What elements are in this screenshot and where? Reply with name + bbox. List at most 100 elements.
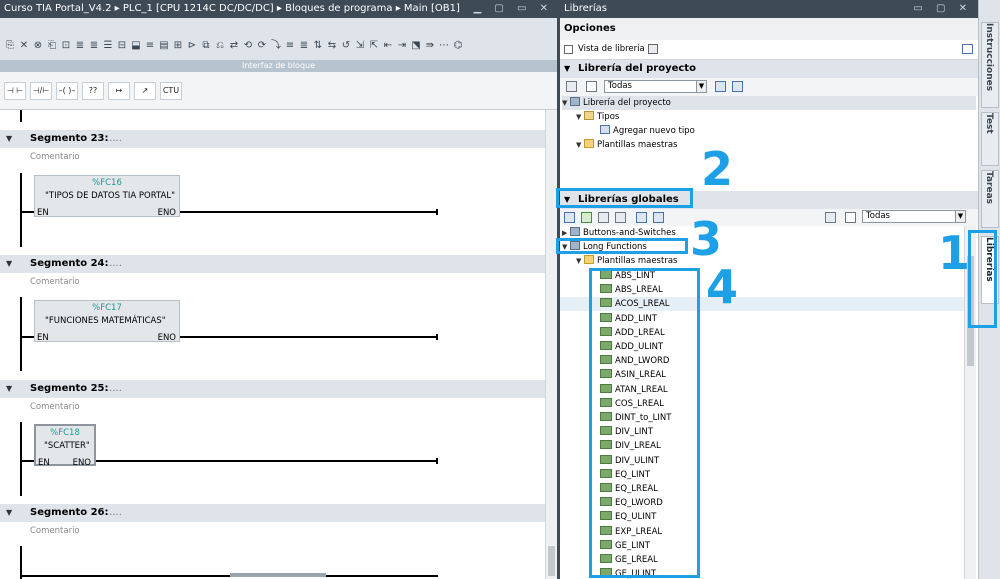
segment-24-header[interactable]: ▼ Segmento 24: .....: [0, 255, 545, 273]
scroll-thumb[interactable]: [548, 546, 555, 576]
update-icon[interactable]: [636, 212, 647, 223]
fc17-block[interactable]: %FC17 "FUNCIONES MATEMÁTICAS" EN ENO: [34, 300, 180, 343]
tab-tasks[interactable]: Tareas: [981, 170, 999, 228]
toolbar-button-icon[interactable]: ⊡: [60, 40, 72, 52]
segment-comment[interactable]: Comentario: [30, 277, 80, 287]
checkbox-icon[interactable]: [564, 45, 573, 54]
segment-comment[interactable]: Comentario: [30, 526, 80, 536]
expand-icon[interactable]: ▼: [576, 138, 584, 152]
toolbar-button-icon[interactable]: ⬔: [410, 40, 422, 52]
toolbar-button-icon[interactable]: ≡: [144, 40, 156, 52]
power-rail: [20, 422, 22, 496]
chevron-down-icon[interactable]: ▼: [955, 211, 965, 222]
close-library-icon[interactable]: [615, 212, 626, 223]
toolbar-button-icon[interactable]: ▤: [158, 40, 170, 52]
project-library-header[interactable]: ▼ Librería del proyecto: [560, 60, 978, 78]
toolbar-button-icon[interactable]: ✕: [18, 40, 30, 52]
list-view-icon[interactable]: [845, 212, 856, 223]
collapse-icon[interactable]: ▼: [6, 255, 12, 273]
segment-comment[interactable]: Comentario: [30, 152, 80, 162]
fav-ctu-icon[interactable]: CTU: [160, 82, 182, 100]
toolbar-button-icon[interactable]: ⇅: [312, 40, 324, 52]
global-filter-select[interactable]: Todas ▼: [862, 210, 966, 223]
apply-icon[interactable]: [732, 81, 743, 92]
segment-25-header[interactable]: ▼ Segmento 25: .....: [0, 380, 545, 398]
collapse-icon[interactable]: ▼: [6, 504, 12, 522]
expand-icon[interactable]: ▼: [576, 110, 584, 124]
editor-toolbar: ⎘ ✕ ⊗ ⎗ ⊡ ≣ ≣ ☰ ⊟ ⬓ ≡ ▤ ⊞ ⊳ ⧉ ⎌ ⇄ ⟲ ⟳ ⤵ ≡ ≣ ⇅ ⇆ ↺ ⇲ ⇱ ⇤ ⇥ ⬔ ⇛ ⋯ ⌬: [0, 18, 557, 60]
toolbar-button-icon[interactable]: ⇄: [228, 40, 240, 52]
fav-no-contact-icon[interactable]: ⊣ ⊢: [4, 82, 26, 100]
fav-empty-box-icon[interactable]: ??: [82, 82, 104, 100]
fav-open-branch-icon[interactable]: ↦: [108, 82, 130, 100]
window-layout-icon[interactable]: [962, 44, 973, 54]
toolbar-button-icon[interactable]: ⧉: [200, 40, 212, 52]
toolbar-button-icon[interactable]: ⋯: [438, 40, 450, 52]
tree-node-project-library[interactable]: ▼ Librería del proyecto: [562, 96, 976, 110]
toolbar-button-icon[interactable]: ≡: [284, 40, 296, 52]
tree-view-icon[interactable]: [825, 212, 836, 223]
tab-instructions[interactable]: Instrucciones: [981, 22, 999, 108]
toolbar-button-icon[interactable]: ⇥: [396, 40, 408, 52]
toolbar-button-icon[interactable]: ☰: [102, 40, 114, 52]
editor-window-buttons[interactable]: ▁ ▢ ▭ ✕: [473, 0, 553, 18]
toolbar-button-icon[interactable]: ⟲: [242, 40, 254, 52]
apply-icon[interactable]: [653, 212, 664, 223]
library-view-label[interactable]: Vista de librería: [578, 44, 645, 54]
toolbar-button-icon[interactable]: ⟳: [256, 40, 268, 52]
collapse-icon[interactable]: ▼: [6, 130, 12, 148]
new-library-icon[interactable]: [564, 212, 575, 223]
fav-coil-icon[interactable]: –( )–: [56, 82, 78, 100]
editor-vertical-scrollbar[interactable]: [545, 110, 557, 579]
toolbar-button-icon[interactable]: ⌬: [452, 40, 464, 52]
fav-nc-contact-icon[interactable]: ⊣/⊢: [30, 82, 52, 100]
toolbar-button-icon[interactable]: ⎌: [214, 40, 226, 52]
tree-node-types[interactable]: ▼ Tipos: [576, 110, 619, 124]
toolbar-button-icon[interactable]: ⇤: [382, 40, 394, 52]
list-view-icon[interactable]: [586, 81, 597, 92]
open-library-icon[interactable]: [581, 212, 592, 223]
project-filter-select[interactable]: Todas ▼: [604, 80, 707, 93]
update-icon[interactable]: [715, 81, 726, 92]
tree-node-add-type[interactable]: Agregar nuevo tipo: [600, 124, 695, 138]
tree-node-master-copies[interactable]: ▼ Plantillas maestras: [576, 254, 677, 268]
toolbar-button-icon[interactable]: ⊗: [32, 40, 44, 52]
collapse-icon[interactable]: ▼: [564, 60, 570, 78]
editor-horizontal-scrollbar[interactable]: [230, 573, 326, 577]
toolbar-button-icon[interactable]: ⤵: [270, 40, 282, 52]
annotation-box-1: [968, 230, 997, 328]
toolbar-button-icon[interactable]: ⇛: [424, 40, 436, 52]
tab-test[interactable]: Test: [981, 112, 999, 166]
fc16-block[interactable]: %FC16 "TIPOS DE DATOS TIA PORTAL" EN ENO: [34, 175, 180, 218]
toolbar-button-icon[interactable]: ⎘: [4, 40, 16, 52]
library-view-icon[interactable]: [648, 44, 658, 54]
toolbar-button-icon[interactable]: ↺: [340, 40, 352, 52]
tree-node-master-copies[interactable]: ▼ Plantillas maestras: [576, 138, 677, 152]
toolbar-button-icon[interactable]: ⊞: [172, 40, 184, 52]
toolbar-button-icon[interactable]: ≣: [298, 40, 310, 52]
fav-close-branch-icon[interactable]: ↗: [134, 82, 156, 100]
toolbar-button-icon[interactable]: ⬓: [130, 40, 142, 52]
libraries-window-buttons[interactable]: ▭ ▢ ✕: [913, 0, 972, 18]
block-interface-bar[interactable]: Interfaz de bloque: [0, 60, 557, 72]
fc18-block[interactable]: %FC18 "SCATTER" EN ENO: [34, 424, 96, 468]
toolbar-button-icon[interactable]: ⇆: [326, 40, 338, 52]
toolbar-button-icon[interactable]: ⊳: [186, 40, 198, 52]
toolbar-button-icon[interactable]: ⇲: [354, 40, 366, 52]
segment-23-header[interactable]: ▼ Segmento 23: .....: [0, 130, 545, 148]
collapse-icon[interactable]: ▼: [6, 380, 12, 398]
toolbar-button-icon[interactable]: ≣: [74, 40, 86, 52]
toolbar-button-icon[interactable]: ⇱: [368, 40, 380, 52]
project-library-title: Librería del proyecto: [578, 63, 696, 74]
segment-comment[interactable]: Comentario: [30, 402, 80, 412]
toolbar-button-icon[interactable]: ⎗: [46, 40, 58, 52]
expand-icon[interactable]: ▼: [562, 96, 570, 110]
chevron-down-icon[interactable]: ▼: [696, 81, 706, 92]
segment-26-header[interactable]: ▼ Segmento 26: .....: [0, 504, 545, 522]
tree-view-icon[interactable]: [566, 81, 577, 92]
toolbar-button-icon[interactable]: ⊟: [116, 40, 128, 52]
toolbar-button-icon[interactable]: ≣: [88, 40, 100, 52]
expand-icon[interactable]: ▼: [576, 254, 584, 268]
ladder-editor[interactable]: ▼ Segmento 23: ..... Comentario %FC16 "T…: [0, 110, 545, 579]
save-library-icon[interactable]: [598, 212, 609, 223]
